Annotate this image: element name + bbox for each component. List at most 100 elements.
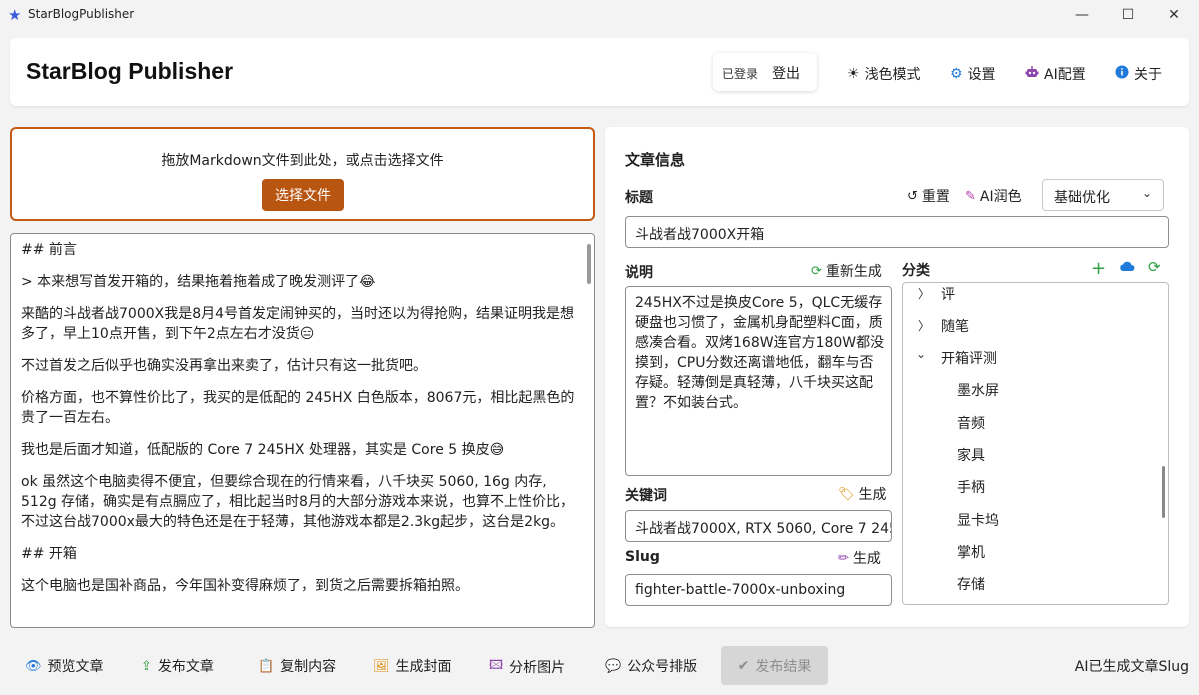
analyze-image-button[interactable]: 🖾 分析图片 (489, 656, 565, 678)
preview-article-button[interactable]: 👁 预览文章 (25, 656, 104, 676)
markdown-editor[interactable]: ## 前言 > 本来想写首发开箱的，结果拖着拖着成了晚发测评了😂 来酷的斗战者战… (10, 233, 595, 628)
editor-line: > 本来想写首发开箱的，结果拖着拖着成了晚发测评了😂 (21, 274, 376, 290)
maximize-button[interactable]: ☐ (1105, 0, 1151, 30)
theme-toggle-button[interactable]: ☀ 浅色模式 (847, 64, 921, 84)
about-button[interactable]: 关于 (1115, 64, 1162, 84)
settings-button[interactable]: ⚙ 设置 (950, 64, 996, 84)
markdown-drop-zone[interactable]: 拖放Markdown文件到此处，或点击选择文件 选择文件 (10, 127, 595, 221)
regenerate-label: 重新生成 (825, 264, 882, 280)
analyze-label: 分析图片 (509, 660, 566, 676)
category-tree[interactable]: 〉 评 〉 随笔 ⌄ 开箱评测 墨水屏 音频 家具 手柄 显卡坞 掌机 存储 (902, 282, 1169, 605)
generate-keywords-label: 生成 (858, 487, 887, 503)
title-bar: ★ StarBlogPublisher — ☐ ✕ (0, 0, 1199, 30)
keywords-input[interactable]: 斗战者战7000X, RTX 5060, Core 7 245 (625, 510, 892, 542)
slug-input[interactable]: fighter-battle-7000x-unboxing (625, 574, 892, 606)
description-value: 245HX不过是换皮Core 5，QLC无缓存硬盘也习惯了，金属机身配塑料C面，… (635, 295, 885, 411)
add-category-icon[interactable]: + (1091, 258, 1106, 279)
publish-article-button[interactable]: ⇪ 发布文章 (141, 656, 214, 676)
app-star-icon: ★ (8, 6, 22, 24)
minimize-button[interactable]: — (1059, 0, 1105, 30)
generate-slug-button[interactable]: ✏ 生成 (838, 548, 881, 568)
keywords-label: 关键词 (625, 488, 667, 504)
slug-value: fighter-battle-7000x-unboxing (635, 582, 846, 598)
category-item[interactable]: 随笔 (941, 316, 969, 336)
category-label: 分类 (902, 263, 930, 279)
reset-label: 重置 (921, 189, 950, 205)
result-label: 发布结果 (755, 658, 812, 675)
keywords-value: 斗战者战7000X, RTX 5060, Core 7 245 (635, 521, 892, 537)
category-item[interactable]: 家具 (957, 445, 985, 465)
panel-title: 文章信息 (625, 151, 686, 169)
check-circle-icon: ✔ (737, 657, 750, 674)
editor-line: ok 虽然这个电脑卖得不便宜，但要综合现在的行情来看，八千块买 5060, 16… (21, 474, 574, 530)
settings-label: 设置 (967, 67, 996, 83)
editor-line: 这个电脑也是国补商品，今年国补变得麻烦了，到货之后需要拆箱拍照。 (21, 578, 469, 594)
editor-line: ## 开箱 (21, 546, 77, 562)
chevron-down-icon[interactable]: ⌄ (916, 347, 926, 361)
category-item[interactable]: 音频 (957, 413, 985, 433)
description-label: 说明 (625, 265, 653, 281)
publish-result-button[interactable]: ✔ 发布结果 (721, 646, 828, 685)
images-icon: 🖾 (489, 658, 504, 673)
ai-polish-label: AI润色 (979, 189, 1022, 205)
eye-icon: 👁 (25, 658, 42, 674)
category-item[interactable]: 开箱评测 (941, 348, 997, 368)
category-item[interactable]: 掌机 (957, 542, 985, 562)
copy-content-button[interactable]: 📋 复制内容 (258, 656, 336, 676)
publish-label: 发布文章 (157, 659, 214, 675)
choose-file-button[interactable]: 选择文件 (262, 179, 344, 211)
about-label: 关于 (1134, 67, 1162, 83)
undo-icon: ↺ (907, 188, 918, 204)
description-textarea[interactable]: 245HX不过是换皮Core 5，QLC无缓存硬盘也习惯了，金属机身配塑料C面，… (625, 286, 892, 476)
ai-config-label: AI配置 (1044, 67, 1086, 83)
app-name: StarBlog Publisher (26, 58, 234, 84)
preview-label: 预览文章 (47, 659, 104, 675)
title-label: 标题 (625, 190, 653, 206)
article-info-panel: 文章信息 标题 ↺ 重置 ✎ AI润色 基础优化 ⌄ 斗战者战7000X开箱 说… (605, 127, 1189, 627)
cloud-sync-icon[interactable] (1119, 260, 1135, 272)
chevron-down-icon: ⌄ (1141, 186, 1152, 200)
status-message: AI已生成文章Slug (1074, 659, 1189, 675)
refresh-categories-icon[interactable]: ⟳ (1148, 258, 1161, 276)
category-scrollbar[interactable] (1162, 466, 1165, 518)
close-button[interactable]: ✕ (1151, 0, 1197, 30)
sun-icon: ☀ (847, 66, 860, 82)
theme-label: 浅色模式 (864, 67, 921, 83)
magic-wand-icon: ✎ (965, 188, 976, 204)
category-item[interactable]: 显卡坞 (957, 510, 999, 530)
category-item[interactable]: 存储 (957, 574, 985, 594)
category-item[interactable]: 墨水屏 (957, 380, 999, 400)
copy-label: 复制内容 (280, 659, 337, 675)
slug-label: Slug (625, 549, 660, 565)
polish-mode-select[interactable]: 基础优化 ⌄ (1042, 179, 1164, 211)
chevron-right-icon[interactable]: 〉 (918, 285, 930, 302)
regenerate-description-button[interactable]: ⟳ 重新生成 (811, 261, 882, 281)
login-status: 已登录 (722, 67, 759, 81)
generate-slug-label: 生成 (852, 551, 881, 567)
chevron-right-icon[interactable]: 〉 (918, 317, 930, 334)
image-icon: 🖼 (373, 658, 390, 674)
category-item[interactable]: 评 (941, 284, 955, 304)
info-icon (1115, 65, 1129, 83)
title-input[interactable]: 斗战者战7000X开箱 (625, 216, 1169, 248)
reset-button[interactable]: ↺ 重置 (907, 186, 950, 206)
drop-zone-text: 拖放Markdown文件到此处，或点击选择文件 (161, 153, 444, 169)
tag-icon: 🏷 (838, 486, 855, 502)
editor-scrollbar[interactable] (587, 244, 591, 284)
pencil-icon: ✏ (838, 550, 849, 566)
editor-content: ## 前言 > 本来想写首发开箱的，结果拖着拖着成了晚发测评了😂 来酷的斗战者战… (21, 240, 586, 608)
logout-button[interactable]: 登出 (772, 63, 800, 83)
wechat-layout-button[interactable]: 💬 公众号排版 (605, 656, 697, 676)
generate-keywords-button[interactable]: 🏷 生成 (838, 484, 887, 504)
upload-icon: ⇪ (141, 658, 152, 674)
wechat-label: 公众号排版 (627, 659, 698, 675)
window-title: StarBlogPublisher (28, 7, 135, 21)
generate-cover-button[interactable]: 🖼 生成封面 (373, 656, 452, 676)
category-item[interactable]: 手柄 (957, 477, 985, 497)
editor-line: 我也是后面才知道，低配版的 Core 7 245HX 处理器，其实是 Core … (21, 442, 505, 458)
editor-line: 价格方面，也不算性价比了，我买的是低配的 245HX 白色版本，8067元，相比… (21, 390, 575, 426)
ai-polish-button[interactable]: ✎ AI润色 (965, 186, 1022, 206)
ai-config-button[interactable]: AI配置 (1025, 64, 1086, 84)
app-header: StarBlog Publisher 已登录 登出 ☀ 浅色模式 ⚙ 设置 AI… (10, 38, 1189, 106)
robot-icon (1025, 65, 1039, 83)
